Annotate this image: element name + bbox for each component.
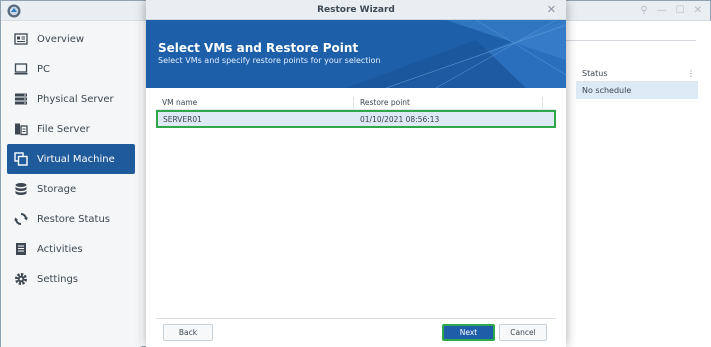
- settings-icon: [15, 273, 27, 285]
- sidebar-item-label: Physical Server: [37, 93, 114, 105]
- status-header-label: Status: [582, 69, 608, 78]
- wizard-banner: Select VMs and Restore Point Select VMs …: [146, 20, 566, 88]
- pc-icon: [14, 63, 28, 75]
- sidebar-item-label: Storage: [37, 183, 77, 195]
- close-icon[interactable]: ✕: [694, 4, 702, 18]
- sidebar-item-label: Overview: [37, 33, 85, 45]
- virtual-machine-icon: [14, 152, 28, 166]
- column-header-vm-name[interactable]: VM name: [162, 98, 197, 107]
- toolbar-divider: [566, 40, 696, 41]
- pin-icon[interactable]: ⚲: [640, 4, 647, 18]
- sidebar-item-label: Settings: [37, 273, 79, 285]
- vm-name-cell: SERVER01: [163, 115, 202, 124]
- banner-title: Select VMs and Restore Point: [158, 41, 359, 55]
- column-menu-icon[interactable]: ⋮: [687, 66, 695, 82]
- sidebar-item-label: PC: [37, 63, 51, 75]
- sidebar-item-storage[interactable]: Storage: [7, 175, 135, 203]
- file-server-icon: [15, 123, 28, 136]
- table-row[interactable]: SERVER01 01/10/2021 08:56:13: [156, 110, 556, 128]
- banner-subtitle: Select VMs and specify restore points fo…: [158, 56, 381, 65]
- column-header-restore-point[interactable]: Restore point: [360, 98, 410, 107]
- sidebar-item-label: Restore Status: [37, 213, 110, 225]
- dialog-title: Restore Wizard: [317, 5, 395, 15]
- minimize-icon[interactable]: —: [657, 4, 667, 18]
- sidebar-item-file-server[interactable]: File Server: [7, 115, 135, 143]
- maximize-icon[interactable]: ☐: [676, 4, 685, 18]
- dialog-titlebar: Restore Wizard ✕: [146, 0, 566, 20]
- back-button[interactable]: Back: [163, 324, 213, 341]
- restore-point-cell[interactable]: 01/10/2021 08:56:13: [360, 115, 439, 124]
- cancel-button[interactable]: Cancel: [499, 324, 547, 341]
- physical-server-icon: [15, 93, 27, 105]
- column-divider: [542, 97, 543, 109]
- restore-wizard-dialog: Restore Wizard ✕ Select VMs and Restore …: [146, 0, 566, 347]
- restore-status-icon: [14, 213, 28, 225]
- task-list-panel: Status ⋮ No schedule: [566, 21, 711, 347]
- overview-icon: [14, 33, 28, 45]
- sidebar-item-virtual-machine[interactable]: Virtual Machine: [7, 144, 135, 174]
- window-controls: ⚲ — ☐ ✕: [640, 4, 702, 18]
- sidebar-item-physical-server[interactable]: Physical Server: [7, 85, 135, 113]
- sidebar-item-settings[interactable]: Settings: [7, 265, 135, 293]
- sidebar-item-overview[interactable]: Overview: [7, 25, 135, 53]
- sidebar-item-label: File Server: [37, 123, 90, 135]
- sidebar-item-activities[interactable]: Activities: [7, 235, 135, 263]
- next-button[interactable]: Next: [442, 324, 495, 341]
- sidebar-item-restore-status[interactable]: Restore Status: [7, 205, 135, 233]
- activities-icon: [16, 243, 26, 255]
- sidebar: Overview PC Physical Server File Server …: [1, 21, 141, 347]
- storage-icon: [15, 183, 27, 195]
- sidebar-item-label: Virtual Machine: [37, 153, 115, 165]
- close-icon[interactable]: ✕: [547, 0, 556, 20]
- table-header: VM name Restore point: [156, 96, 556, 110]
- footer-divider: [156, 318, 556, 319]
- app-logo-icon: [7, 4, 21, 18]
- column-divider: [353, 97, 354, 109]
- status-cell[interactable]: No schedule: [576, 82, 698, 99]
- status-column-header[interactable]: Status ⋮: [576, 66, 698, 82]
- sidebar-item-label: Activities: [37, 243, 83, 255]
- sidebar-item-pc[interactable]: PC: [7, 55, 135, 83]
